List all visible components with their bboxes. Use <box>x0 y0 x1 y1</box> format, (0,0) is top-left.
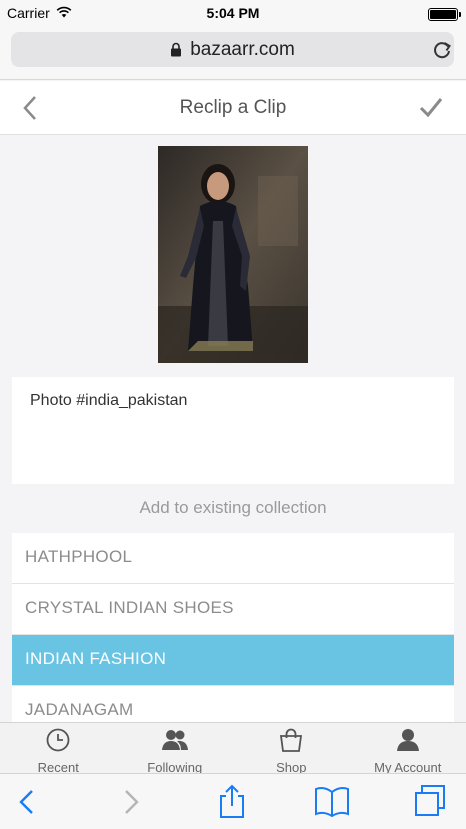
clock-icon <box>45 728 71 757</box>
browser-toolbar <box>0 773 466 829</box>
collection-item-selected[interactable]: INDIAN FASHION <box>12 635 454 686</box>
app-header: Reclip a Clip <box>0 81 466 135</box>
battery-icon <box>428 8 461 21</box>
person-icon <box>395 728 421 757</box>
browser-back-icon[interactable] <box>17 787 37 822</box>
people-icon <box>161 728 189 757</box>
status-bar: Carrier 5:04 PM <box>0 0 466 28</box>
browser-forward-icon[interactable] <box>121 787 141 822</box>
share-icon[interactable] <box>217 783 247 824</box>
lock-icon <box>170 42 182 57</box>
page-title: Reclip a Clip <box>179 97 287 118</box>
bottom-tab-bar: Recent Following Shop My Account <box>0 722 466 775</box>
tabs-icon[interactable] <box>413 784 447 823</box>
collection-item[interactable]: CRYSTAL INDIAN SHOES <box>12 584 454 635</box>
checkmark-icon <box>418 98 444 122</box>
collection-list: HATHPHOOL CRYSTAL INDIAN SHOES INDIAN FA… <box>12 533 454 737</box>
url-field[interactable]: bazaarr.com <box>11 32 454 67</box>
url-text: bazaarr.com <box>190 38 295 60</box>
tab-shop[interactable]: Shop <box>233 723 350 775</box>
tab-following[interactable]: Following <box>117 723 234 775</box>
browser-address-bar: bazaarr.com <box>0 28 466 80</box>
tab-my-account[interactable]: My Account <box>350 723 466 775</box>
collections-heading: Add to existing collection <box>139 498 327 517</box>
bookmarks-icon[interactable] <box>314 785 350 822</box>
tab-recent[interactable]: Recent <box>0 723 117 775</box>
clip-photo <box>158 146 308 363</box>
confirm-button[interactable] <box>418 96 444 123</box>
reload-icon[interactable] <box>427 35 457 70</box>
status-time: 5:04 PM <box>206 5 260 21</box>
collection-item[interactable]: HATHPHOOL <box>12 533 454 584</box>
shopping-bag-icon <box>278 728 304 757</box>
caption-field[interactable]: Photo #india_pakistan <box>12 377 454 484</box>
